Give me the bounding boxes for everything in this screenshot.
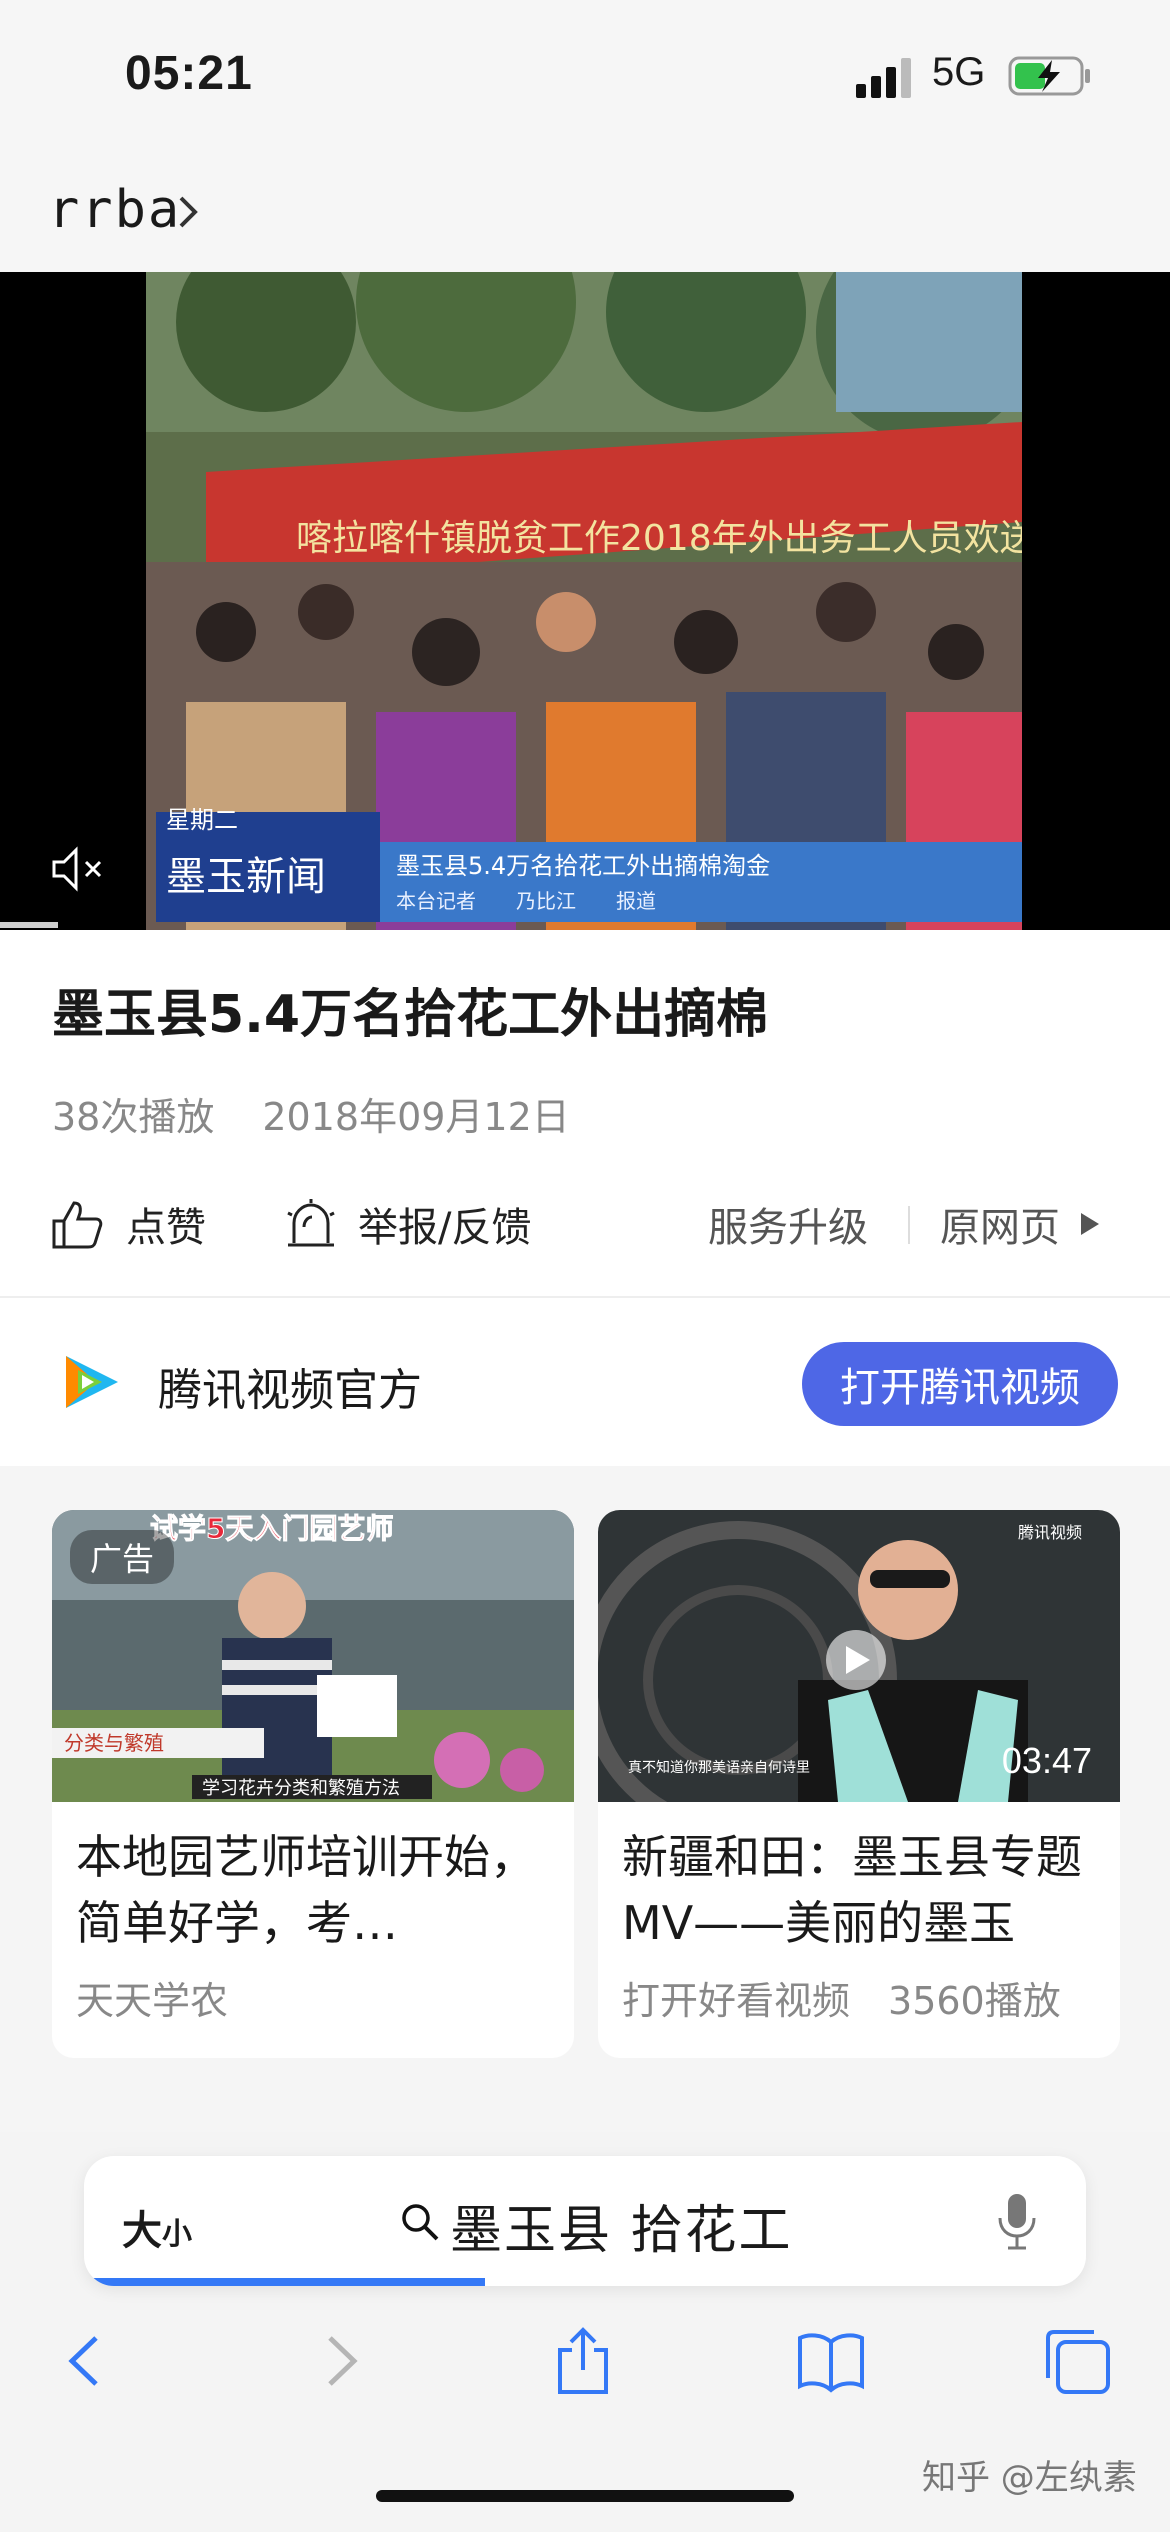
video-title: 墨玉县5.4万名拾花工外出摘棉 (52, 985, 769, 1045)
network-label: 5G (932, 50, 986, 94)
search-icon (402, 2204, 439, 2241)
card-meta: 打开好看视频 3560播放 (622, 1970, 1061, 2025)
report-button[interactable]: 举报/反馈 (284, 1196, 531, 1252)
service-upgrade-link[interactable]: 服务升级 (708, 1196, 868, 1252)
share-icon[interactable] (548, 2326, 618, 2396)
video-scene: 喀拉喀什镇脱贫工作2018年外出务工人员欢送仪式 星期二 墨玉新闻 墨玉县5.4… (146, 272, 1022, 930)
watermark: 知乎 @左纨素 (922, 2458, 1137, 2498)
bookmarks-icon[interactable] (796, 2326, 866, 2396)
video-player[interactable]: 喀拉喀什镇脱贫工作2018年外出务工人员欢送仪式 星期二 墨玉新闻 墨玉县5.4… (0, 272, 1170, 930)
overlay-day: 星期二 (166, 806, 238, 834)
card-source: 天天学农 (76, 1979, 229, 2023)
address-bar[interactable]: 大小 墨玉县 拾花工 (84, 2156, 1086, 2286)
like-button[interactable]: 点赞 (50, 1196, 206, 1252)
original-page-link[interactable]: 原网页 (940, 1196, 1104, 1252)
status-time: 05:21 (125, 47, 253, 100)
home-indicator (376, 2490, 794, 2502)
forward-icon[interactable] (304, 2326, 374, 2396)
like-label: 点赞 (126, 1205, 206, 1251)
address-text[interactable]: 墨玉县 拾花工 (450, 2188, 793, 2263)
play-arrow-icon (1081, 1213, 1099, 1235)
thumbs-up-icon (52, 1201, 103, 1249)
original-page-label: 原网页 (940, 1205, 1060, 1251)
page-load-progress (84, 2278, 485, 2286)
overlay-byline: 本台记者 乃比江 报道 (396, 889, 656, 913)
video-duration: 03:47 (1001, 1740, 1092, 1781)
video-progress[interactable] (0, 922, 58, 928)
tabs-icon[interactable] (1042, 2326, 1112, 2396)
mute-icon[interactable] (50, 844, 106, 894)
card-title: 本地园艺师培训开始，简单好学，考… (76, 1830, 536, 1950)
alarm-icon (287, 1199, 335, 1247)
site-title[interactable]: rrba (48, 180, 181, 240)
video-card[interactable]: 真不知道你那美语亲自何诗里 腾讯视频 03:47 新疆和田：墨玉县专题MV——美… (598, 1510, 1120, 2058)
video-card[interactable]: 分类与繁殖 学习花卉分类和繁殖方法 试学5天入门园艺师 广告 本地园艺师培训开始… (52, 1510, 574, 2058)
thumb-caption: 试学5天入门园艺师 (150, 1512, 393, 1545)
open-tencent-video-button[interactable]: 打开腾讯视频 (802, 1342, 1118, 1426)
card-title: 新疆和田：墨玉县专题MV——美丽的墨玉 (622, 1830, 1082, 1950)
ad-badge: 广告 (70, 1530, 175, 1584)
card-source: 打开好看视频 (622, 1979, 851, 2023)
overlay-headline: 墨玉县5.4万名拾花工外出摘棉淘金 (396, 852, 770, 880)
battery-charging-icon (1008, 56, 1090, 96)
text-size-button[interactable]: 大小 (122, 2198, 192, 2256)
thumb-logo: 腾讯视频 (1018, 1523, 1082, 1542)
thumb-caption: 真不知道你那美语亲自何诗里 (628, 1759, 810, 1776)
play-count: 38次播放 (52, 1095, 215, 1139)
section-divider (0, 1296, 1170, 1298)
report-label: 举报/反馈 (358, 1205, 532, 1251)
video-meta: 38次播放 2018年09月12日 (52, 1086, 618, 1141)
back-icon[interactable] (52, 2326, 122, 2396)
thumb-tag: 分类与繁殖 (64, 1731, 164, 1755)
video-frame: 喀拉喀什镇脱贫工作2018年外出务工人员欢送仪式 星期二 墨玉新闻 墨玉县5.4… (146, 272, 1022, 930)
card-plays: 3560播放 (888, 1979, 1061, 2023)
overlay-program: 墨玉新闻 (166, 854, 326, 900)
promo-name: 腾讯视频官方 (158, 1365, 422, 1416)
tencent-video-logo-icon (66, 1356, 118, 1408)
banner-text: 喀拉喀什镇脱贫工作2018年外出务工人员欢送仪式 (296, 518, 1022, 559)
divider (908, 1206, 910, 1244)
signal-icon (856, 58, 911, 98)
thumb-subcaption: 学习花卉分类和繁殖方法 (202, 1777, 400, 1799)
microphone-icon[interactable] (996, 2192, 1038, 2252)
publish-date: 2018年09月12日 (262, 1095, 570, 1139)
chevron-right-icon[interactable] (176, 194, 200, 230)
